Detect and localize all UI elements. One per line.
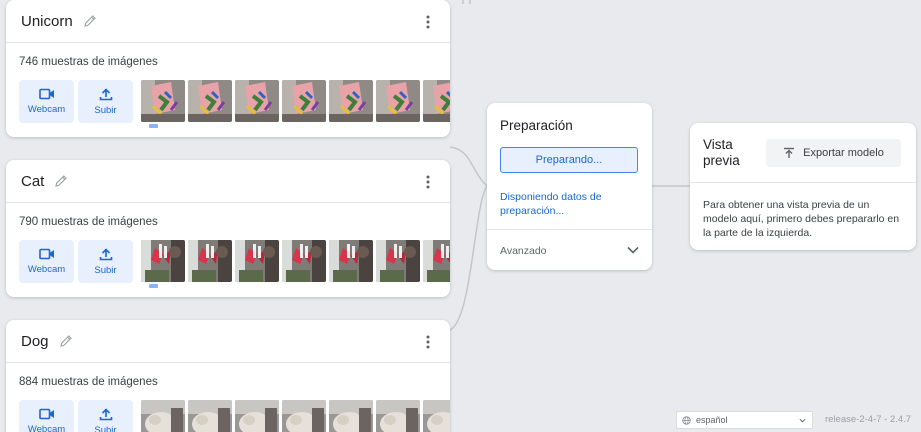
divider <box>690 182 916 183</box>
preview-panel: Vista previa Exportar modelo Para obtene… <box>690 123 916 250</box>
export-label: Exportar modelo <box>803 147 884 159</box>
upload-label: Subir <box>94 424 117 432</box>
videocam-icon <box>38 88 54 100</box>
sample-thumbnail[interactable] <box>141 80 185 122</box>
class-card-cat: Cat 790 muestras de imágenes Webcam Subi… <box>6 160 450 297</box>
advanced-toggle-label[interactable]: Avanzado <box>500 245 547 257</box>
webcam-button[interactable]: Webcam <box>19 400 74 432</box>
upload-icon <box>99 247 112 260</box>
class-name[interactable]: Dog <box>21 333 49 350</box>
caret-down-icon <box>799 418 806 423</box>
card-header: Cat <box>6 160 450 203</box>
language-select[interactable]: español <box>676 411 813 429</box>
sample-thumbnail[interactable] <box>141 240 185 282</box>
globe-icon <box>682 415 691 425</box>
webcam-button[interactable]: Webcam <box>19 240 74 283</box>
pencil-icon[interactable] <box>83 14 97 28</box>
upload-icon <box>99 407 112 420</box>
class-card-unicorn: Unicorn 746 muestras de imágenes Webcam <box>6 0 450 137</box>
webcam-label: Webcam <box>27 104 66 115</box>
sample-thumbnail[interactable] <box>282 400 326 432</box>
divider <box>487 229 652 230</box>
upload-button[interactable]: Subir <box>78 400 133 432</box>
pencil-icon[interactable] <box>54 174 68 188</box>
sample-thumbnails <box>141 240 450 282</box>
sample-thumbnail[interactable] <box>376 80 420 122</box>
training-panel: Preparación Preparando... Disponiendo da… <box>487 103 652 270</box>
more-vert-icon[interactable] <box>420 333 436 351</box>
sample-thumbnail[interactable] <box>329 240 373 282</box>
chevron-down-icon[interactable] <box>626 243 640 257</box>
sample-thumbnail[interactable] <box>282 80 326 122</box>
sample-count: 884 muestras de imágenes <box>19 376 158 388</box>
more-vert-icon[interactable] <box>420 173 436 191</box>
train-model-button[interactable]: Preparando... <box>500 147 638 173</box>
export-icon <box>784 147 795 158</box>
upload-icon <box>99 87 112 100</box>
card-header: Dog <box>6 320 450 363</box>
card-header: Unicorn <box>6 0 450 43</box>
sample-thumbnail[interactable] <box>188 240 232 282</box>
upload-label: Subir <box>94 264 117 276</box>
sample-input-buttons: Webcam Subir <box>19 400 133 432</box>
language-label: español <box>696 415 728 425</box>
class-name[interactable]: Cat <box>21 173 44 190</box>
more-vert-icon[interactable] <box>420 13 436 31</box>
webcam-button[interactable]: Webcam <box>19 80 74 123</box>
sample-thumbnail[interactable] <box>235 240 279 282</box>
upload-label: Subir <box>94 104 117 116</box>
sample-input-buttons: Webcam Subir <box>19 240 133 283</box>
release-version: release-2-4-7 - 2.4.7 <box>825 414 912 425</box>
sample-thumbnail[interactable] <box>376 240 420 282</box>
sample-thumbnail[interactable] <box>376 400 420 432</box>
preview-title: Vista previa <box>703 137 740 168</box>
videocam-icon <box>38 408 54 420</box>
training-status: Disponiendo datos de preparación... <box>500 191 602 217</box>
thumbnail-scrollbar[interactable] <box>141 124 450 129</box>
sample-thumbnail[interactable] <box>282 240 326 282</box>
webcam-label: Webcam <box>27 264 66 275</box>
class-card-dog: Dog 884 muestras de imágenes Webcam Subi… <box>6 320 450 432</box>
preview-description: Para obtener una vista previa de un mode… <box>703 199 900 239</box>
sample-thumbnail[interactable] <box>423 240 450 282</box>
upload-button[interactable]: Subir <box>78 240 133 283</box>
sample-input-buttons: Webcam Subir <box>19 80 133 123</box>
thumbnail-scrollbar[interactable] <box>141 284 450 289</box>
sample-thumbnail[interactable] <box>188 400 232 432</box>
sample-count: 790 muestras de imágenes <box>19 216 158 228</box>
sample-count: 746 muestras de imágenes <box>19 56 158 68</box>
sample-thumbnails <box>141 80 450 122</box>
sample-thumbnails <box>141 400 450 432</box>
sample-thumbnail[interactable] <box>188 80 232 122</box>
sample-thumbnail[interactable] <box>141 400 185 432</box>
sample-thumbnail[interactable] <box>235 400 279 432</box>
webcam-label: Webcam <box>27 424 66 432</box>
videocam-icon <box>38 248 54 260</box>
sample-thumbnail[interactable] <box>423 80 450 122</box>
pencil-icon[interactable] <box>59 334 73 348</box>
export-model-button[interactable]: Exportar modelo <box>766 139 901 167</box>
sample-thumbnail[interactable] <box>329 400 373 432</box>
class-name[interactable]: Unicorn <box>21 13 73 30</box>
sample-thumbnail[interactable] <box>423 400 450 432</box>
sample-thumbnail[interactable] <box>329 80 373 122</box>
training-title: Preparación <box>500 118 573 133</box>
sample-thumbnail[interactable] <box>235 80 279 122</box>
upload-button[interactable]: Subir <box>78 80 133 123</box>
